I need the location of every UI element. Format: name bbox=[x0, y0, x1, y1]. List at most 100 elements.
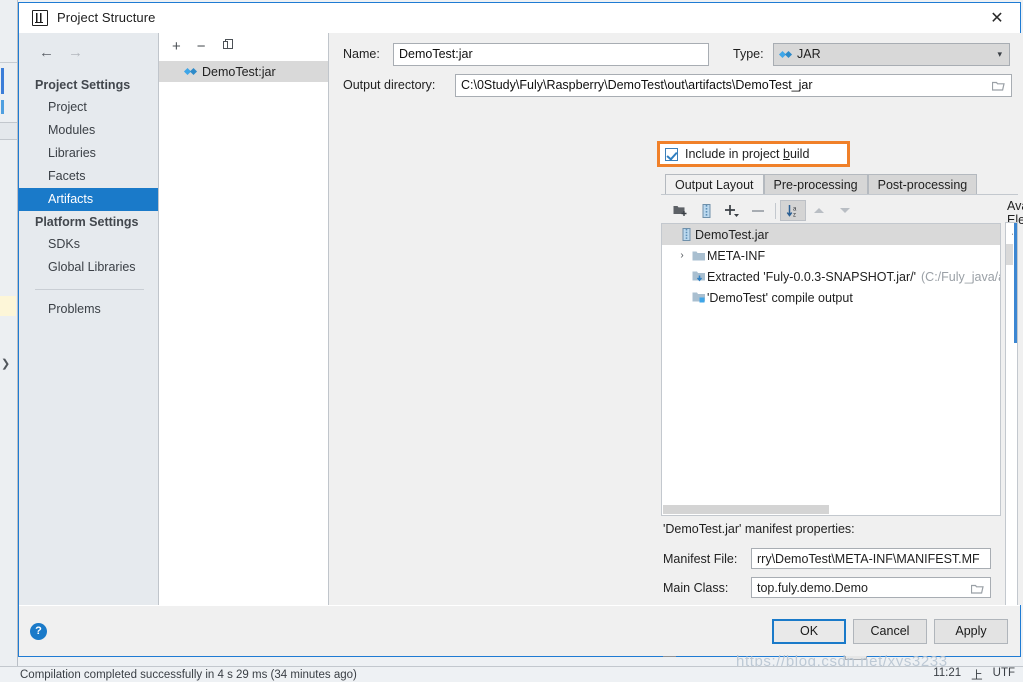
status-message: Compilation completed successfully in 4 … bbox=[20, 668, 357, 681]
checkbox-icon bbox=[665, 147, 678, 161]
artifact-jar-icon bbox=[780, 49, 791, 60]
expand-chevron-icon[interactable]: ❯ bbox=[1, 357, 10, 370]
ide-left-toolwindow-strip: ❯ bbox=[0, 0, 18, 682]
jar-icon bbox=[678, 228, 695, 241]
move-down-icon[interactable] bbox=[832, 200, 858, 221]
output-layout-toolbar: a z bbox=[661, 198, 1001, 223]
include-in-build-label: Include in project build bbox=[685, 147, 810, 161]
status-line-separator: 上 bbox=[971, 669, 983, 682]
chevron-down-icon: ▾ bbox=[997, 48, 1002, 59]
output-directory-input[interactable]: C:\0Study\Fuly\Raspberry\DemoTest\out\ar… bbox=[455, 73, 1012, 97]
folder-icon bbox=[690, 250, 707, 262]
main-class-label: Main Class: bbox=[663, 580, 729, 595]
status-bar-right: 11:21 上 UTF bbox=[933, 667, 1023, 682]
manifest-file-input[interactable]: rry\DemoTest\META-INF\MANIFEST.MF bbox=[751, 548, 991, 569]
tree-horizontal-scrollbar[interactable] bbox=[663, 505, 829, 514]
tab-pre-processing[interactable]: Pre-processing bbox=[763, 174, 868, 195]
sidebar-item-problems[interactable]: Problems bbox=[19, 298, 158, 321]
main-class-input[interactable]: top.fuly.demo.Demo bbox=[751, 577, 991, 598]
artifact-name-input[interactable]: DemoTest:jar bbox=[393, 42, 709, 66]
manifest-file-label: Manifest File: bbox=[663, 551, 738, 566]
artifact-tabs: Output Layout Pre-processing Post-proces… bbox=[665, 174, 978, 195]
tab-post-processing[interactable]: Post-processing bbox=[867, 174, 978, 195]
tree-detail: (C:/Fuly_java/ap bbox=[921, 269, 1000, 284]
folder-icon[interactable] bbox=[971, 583, 984, 594]
tree-label: DemoTest.jar bbox=[695, 227, 769, 242]
tree-label: Extracted 'Fuly-0.0.3-SNAPSHOT.jar/' bbox=[707, 269, 917, 284]
tree-row[interactable]: 'DemoTest' compile output bbox=[662, 287, 1000, 308]
add-dropdown-icon[interactable] bbox=[719, 200, 745, 221]
dialog-titlebar: Project Structure ✕ bbox=[19, 3, 1020, 33]
available-vertical-scrollbar[interactable] bbox=[1013, 223, 1017, 626]
tabs-underline bbox=[661, 194, 1018, 195]
module-output-icon bbox=[690, 291, 707, 304]
manifest-file-row: Manifest File: rry\DemoTest\META-INF\MAN… bbox=[663, 544, 1003, 573]
sidebar-item-modules[interactable]: Modules bbox=[19, 119, 158, 142]
sidebar-item-sdks[interactable]: SDKs bbox=[19, 233, 158, 256]
nav-group-project-settings: Project Settings bbox=[35, 78, 131, 92]
main-class-row: Main Class: top.fuly.demo.Demo bbox=[663, 573, 1003, 602]
strip-warning-marker bbox=[0, 296, 16, 316]
sidebar-item-project[interactable]: Project bbox=[19, 96, 158, 119]
main-class-value: top.fuly.demo.Demo bbox=[757, 580, 868, 595]
add-archive-icon[interactable] bbox=[693, 200, 719, 221]
toolbar-separator bbox=[775, 202, 776, 219]
extracted-archive-icon bbox=[690, 270, 707, 283]
artifact-jar-icon bbox=[185, 66, 196, 77]
intellij-idea-logo-icon bbox=[32, 9, 48, 26]
sidebar-item-facets[interactable]: Facets bbox=[19, 165, 158, 188]
arrow-left-icon[interactable]: ← bbox=[39, 45, 54, 60]
ide-status-bar: Compilation completed successfully in 4 … bbox=[0, 666, 1023, 682]
name-row: Name: DemoTest:jar Type: JAR ▾ bbox=[329, 37, 1023, 71]
move-up-icon[interactable] bbox=[806, 200, 832, 221]
remove-artifact-button[interactable]: − bbox=[197, 39, 206, 54]
include-in-build-checkbox[interactable]: Include in project build bbox=[665, 146, 809, 162]
apply-button[interactable]: Apply bbox=[934, 618, 1008, 644]
list-item[interactable]: DemoTest:jar bbox=[159, 61, 328, 82]
tree-row[interactable]: DemoTest.jar bbox=[662, 224, 1000, 245]
tree-label: 'DemoTest' compile output bbox=[707, 290, 853, 305]
output-layout-tree[interactable]: DemoTest.jar › META-INF Extracted 'Fuly-… bbox=[661, 223, 1001, 516]
dialog-footer: ? OK Cancel Apply bbox=[19, 605, 1020, 656]
status-encoding: UTF bbox=[992, 666, 1015, 679]
add-artifact-button[interactable]: + bbox=[172, 39, 181, 54]
nav-group-platform-settings: Platform Settings bbox=[35, 215, 139, 229]
dialog-body: ← → Project Settings Project Modules Lib… bbox=[19, 33, 1023, 660]
arrow-right-icon[interactable]: → bbox=[68, 45, 83, 60]
name-label: Name: bbox=[343, 47, 380, 61]
strip-marker-1 bbox=[1, 68, 4, 94]
sidebar-item-global-libraries[interactable]: Global Libraries bbox=[19, 256, 158, 279]
tree-twisty-expand[interactable]: › bbox=[674, 250, 690, 261]
folder-icon[interactable] bbox=[992, 80, 1005, 91]
ok-button[interactable]: OK bbox=[772, 618, 846, 644]
artifact-editor-pane: Name: DemoTest:jar Type: JAR ▾ Output di… bbox=[329, 33, 1023, 660]
tree-row[interactable]: Extracted 'Fuly-0.0.3-SNAPSHOT.jar/' (C:… bbox=[662, 266, 1000, 287]
strip-marker-2 bbox=[1, 100, 4, 114]
artifact-type-value: JAR bbox=[797, 47, 821, 61]
remove-icon[interactable] bbox=[745, 200, 771, 221]
status-time: 11:21 bbox=[933, 666, 962, 679]
add-directory-icon[interactable] bbox=[667, 200, 693, 221]
sidebar-item-libraries[interactable]: Libraries bbox=[19, 142, 158, 165]
strip-divider bbox=[0, 62, 17, 63]
cancel-button[interactable]: Cancel bbox=[853, 618, 927, 644]
close-icon[interactable]: ✕ bbox=[974, 3, 1020, 33]
svg-text:a: a bbox=[793, 206, 797, 212]
help-circle-icon[interactable]: ? bbox=[30, 622, 47, 640]
nav-history-arrows: ← → bbox=[19, 41, 158, 74]
tab-output-layout[interactable]: Output Layout bbox=[665, 174, 764, 195]
available-elements-tree[interactable]: ⌄ DemoTest bbox=[1005, 222, 1018, 627]
dialog-title: Project Structure bbox=[57, 10, 156, 25]
copy-icon[interactable] bbox=[222, 38, 235, 54]
project-structure-dialog: Project Structure ✕ ← → Project Settings… bbox=[18, 2, 1023, 660]
settings-sidebar: ← → Project Settings Project Modules Lib… bbox=[19, 33, 159, 605]
output-directory-label: Output directory: bbox=[343, 78, 436, 92]
tree-row[interactable]: › META-INF bbox=[662, 245, 1000, 266]
manifest-properties-title: 'DemoTest.jar' manifest properties: bbox=[663, 522, 855, 536]
sort-alphabetically-icon[interactable]: a z bbox=[780, 200, 806, 221]
svg-text:z: z bbox=[793, 212, 796, 217]
output-directory-value: C:\0Study\Fuly\Raspberry\DemoTest\out\ar… bbox=[461, 78, 813, 92]
artifact-type-select[interactable]: JAR ▾ bbox=[773, 42, 1010, 66]
sidebar-item-artifacts[interactable]: Artifacts bbox=[19, 188, 158, 211]
output-directory-row: Output directory: C:\0Study\Fuly\Raspber… bbox=[329, 71, 1023, 99]
